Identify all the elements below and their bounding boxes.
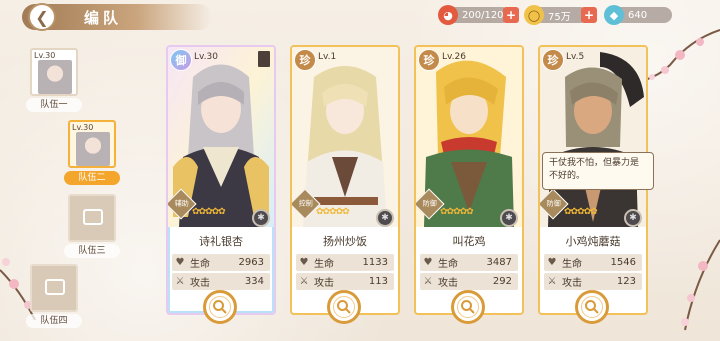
sword-icon: ⚔ — [175, 276, 185, 287]
heart-icon: ♥ — [547, 257, 557, 268]
character-name: 小鸡炖蘑菇 — [565, 235, 621, 248]
attack-stat: ⚔ 攻击 123 — [544, 273, 642, 290]
card-level: Lv.26 — [442, 52, 466, 62]
magnifier-icon — [585, 300, 599, 314]
empty-slot-icon — [45, 279, 65, 295]
card-frame: 珍 Lv.1 控制 ✿✿✿✿✿ ✱ 扬州炒饭 ♥ 生命 1133 ⚔ 攻击 11… — [290, 45, 400, 315]
star-rating: ✿✿✿✿✿ — [192, 207, 226, 217]
team-label-2[interactable]: 队伍二 — [64, 171, 120, 185]
element-icon: ✱ — [376, 209, 394, 227]
element-icon: ✱ — [252, 209, 270, 227]
team-label-4[interactable]: 队伍四 — [26, 314, 82, 328]
rarity-badge: 珍 — [542, 49, 564, 71]
team-level: Lv.30 — [34, 51, 56, 60]
inspect-button[interactable] — [451, 290, 485, 324]
hp-stat: ♥ 生命 1133 — [296, 254, 394, 271]
heart-icon: ♥ — [299, 257, 309, 268]
gem-counter: ◆ 640 — [604, 5, 672, 25]
bowl-icon: ◕ — [438, 5, 458, 25]
card-level: Lv.30 — [194, 52, 218, 62]
hp-stat: ♥ 生命 1546 — [544, 254, 642, 271]
gem-icon: ◆ — [604, 5, 624, 25]
team-slot-2[interactable]: Lv.30 — [68, 120, 116, 168]
magnifier-icon — [213, 300, 227, 314]
team-slot-3[interactable] — [68, 194, 116, 242]
card-level: Lv.5 — [566, 52, 585, 62]
top-bar: ❮ 编队 ◕ 200/120 + ◯ 75万 + ◆ 640 — [0, 0, 720, 31]
hp-stat: ♥ 生命 3487 — [420, 254, 518, 271]
sword-icon: ⚔ — [547, 276, 557, 287]
flag-icon — [258, 51, 270, 67]
inspect-button[interactable] — [575, 290, 609, 324]
back-button[interactable]: ❮ — [28, 3, 56, 31]
page-title: 编队 — [84, 9, 123, 27]
star-rating: ✿✿✿✿✿ — [440, 207, 474, 217]
stamina-counter: ◕ 200/120 + — [438, 5, 519, 25]
character-speech-bubble: 干仗我不怕，但暴力是不好的。 — [542, 152, 654, 190]
star-rating: ✿✿✿✿✿ — [316, 207, 350, 217]
star-rating: ✿✿✿✿✿ — [564, 207, 598, 217]
chevron-left-icon: ❮ — [35, 7, 49, 27]
rarity-badge: 御 — [170, 49, 192, 71]
rarity-badge: 珍 — [418, 49, 440, 71]
team-label-1[interactable]: 队伍一 — [26, 98, 82, 112]
inspect-button[interactable] — [203, 290, 237, 324]
team-leader-portrait — [38, 60, 72, 94]
sword-icon: ⚔ — [299, 276, 309, 287]
rarity-badge: 珍 — [294, 49, 316, 71]
gold-counter: ◯ 75万 + — [524, 5, 597, 25]
team-slot-1[interactable]: Lv.30 — [30, 48, 78, 96]
gold-value: 75万 — [548, 11, 571, 23]
character-card-2[interactable]: 珍 Lv.1 控制 ✿✿✿✿✿ ✱ 扬州炒饭 ♥ 生命 1133 ⚔ 攻击 11… — [290, 45, 400, 327]
character-card-1[interactable]: 御 Lv.30 辅助 ✿✿✿✿✿ ✱ 诗礼银杏 ♥ 生命 2963 ⚔ 攻击 3… — [166, 45, 276, 327]
element-icon: ✱ — [500, 209, 518, 227]
inspect-button[interactable] — [327, 290, 361, 324]
magnifier-icon — [337, 300, 351, 314]
add-gold-button[interactable]: + — [581, 7, 597, 23]
sword-icon: ⚔ — [423, 276, 433, 287]
magnifier-icon — [461, 300, 475, 314]
cherry-blossom-decoration — [681, 239, 720, 331]
attack-stat: ⚔ 攻击 113 — [296, 273, 394, 290]
coin-icon: ◯ — [524, 5, 544, 25]
empty-slot-icon — [83, 209, 103, 225]
character-card-3[interactable]: 珍 Lv.26 防御 ✿✿✿✿✿ ✱ 叫花鸡 ♥ 生命 3487 ⚔ 攻击 29… — [414, 45, 524, 327]
heart-icon: ♥ — [175, 257, 185, 268]
card-frame: 御 Lv.30 辅助 ✿✿✿✿✿ ✱ 诗礼银杏 ♥ 生命 2963 ⚔ 攻击 3… — [166, 45, 276, 315]
element-icon: ✱ — [624, 209, 642, 227]
team-label-3[interactable]: 队伍三 — [64, 244, 120, 258]
hp-stat: ♥ 生命 2963 — [172, 254, 270, 271]
gem-value: 640 — [628, 9, 648, 21]
card-frame: 珍 Lv.26 防御 ✿✿✿✿✿ ✱ 叫花鸡 ♥ 生命 3487 ⚔ 攻击 29… — [414, 45, 524, 315]
team-level: Lv.30 — [72, 123, 94, 132]
team-slot-4[interactable] — [30, 264, 78, 312]
stamina-value: 200/120 — [462, 9, 504, 21]
card-level: Lv.1 — [318, 52, 337, 62]
heart-icon: ♥ — [423, 257, 433, 268]
character-name: 叫花鸡 — [452, 235, 486, 248]
character-name: 扬州炒饭 — [323, 235, 367, 248]
add-stamina-button[interactable]: + — [503, 7, 519, 23]
attack-stat: ⚔ 攻击 292 — [420, 273, 518, 290]
cherry-blossom-decoration — [644, 29, 720, 81]
attack-stat: ⚔ 攻击 334 — [172, 273, 270, 290]
team-leader-portrait — [76, 132, 110, 166]
character-name: 诗礼银杏 — [199, 235, 243, 248]
